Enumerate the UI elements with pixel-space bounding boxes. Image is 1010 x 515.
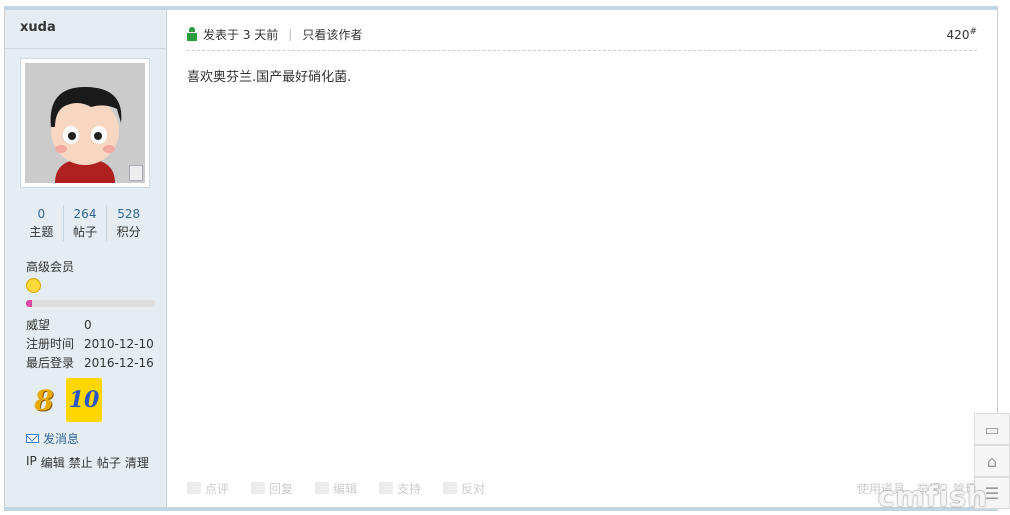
user-info: 威望 0 注册时间 2010-12-10 最后登录 2016-12-16: [26, 316, 154, 373]
avatar[interactable]: [20, 58, 150, 188]
user-stats: 0 主题 264 帖子 528 积分: [20, 205, 150, 241]
info-val-register: 2010-12-10: [84, 337, 154, 351]
mail-icon: [26, 434, 39, 443]
smiley-rank-icon: [26, 278, 41, 293]
support-button[interactable]: 支持: [379, 480, 421, 497]
info-row: 最后登录 2016-12-16: [26, 354, 154, 373]
reply-button[interactable]: 回复: [251, 480, 293, 497]
avatar-badge-icon: [129, 165, 143, 181]
stat-credits-label: 积分: [116, 225, 141, 239]
thumbs-down-icon: [443, 482, 458, 494]
admin-clean-link[interactable]: 清理: [125, 454, 149, 471]
online-user-icon: [187, 27, 197, 41]
pencil-icon: [315, 482, 330, 494]
user-rank: 高级会员: [26, 260, 75, 274]
stat-topics-label: 主题: [29, 225, 54, 239]
watermark-text: cmfish: [877, 480, 988, 513]
quick-reply-button[interactable]: ▭: [974, 413, 1010, 445]
info-key-prestige: 威望: [26, 318, 51, 332]
comment-icon: [187, 482, 201, 494]
username[interactable]: xuda: [20, 20, 56, 35]
separator: |: [288, 27, 293, 41]
medals: 8 10: [26, 378, 102, 422]
post-frame: xuda 0 主题 264 帖子 528 积分 高级会员 威望 0 注册时间 2…: [4, 6, 998, 511]
edit-label: 编辑: [333, 481, 358, 496]
post-floor-number: 420: [946, 27, 970, 42]
post-footer: 点评 回复 编辑 支持 反对 使用道具 举报 管理: [187, 475, 977, 501]
rank-progress-fill: [26, 300, 33, 307]
info-row: 威望 0: [26, 316, 154, 335]
stat-credits[interactable]: 528 积分: [106, 205, 150, 241]
back-to-top-button[interactable]: ⌂: [974, 445, 1010, 477]
rank-progress-bar: [26, 300, 155, 307]
speech-bubble-icon: ▭: [984, 419, 1000, 439]
post-floor[interactable]: 420#: [947, 27, 977, 42]
post-floor-mark: #: [969, 26, 977, 37]
avatar-cartoon-icon: [25, 63, 145, 183]
admin-edit-link[interactable]: 编辑: [41, 454, 65, 471]
medal-10-years-icon[interactable]: 10: [66, 378, 102, 422]
post-content: 喜欢奥芬兰.国产最好硝化菌.: [187, 70, 352, 85]
admin-ip-link[interactable]: IP: [26, 454, 37, 471]
info-key-last-login: 最后登录: [26, 356, 75, 370]
stat-topics-count[interactable]: 0: [20, 205, 63, 223]
thumbs-up-icon: [379, 482, 394, 494]
support-label: 支持: [397, 481, 422, 496]
stat-topics[interactable]: 0 主题: [20, 205, 63, 241]
edit-button[interactable]: 编辑: [315, 480, 357, 497]
divider: [5, 48, 166, 49]
author-sidebar: xuda 0 主题 264 帖子 528 积分 高级会员 威望 0 注册时间 2…: [5, 10, 167, 507]
info-key-register: 注册时间: [26, 337, 75, 351]
post-main: 发表于 3 天前 | 只看该作者 420# 喜欢奥芬兰.国产最好硝化菌. 点评 …: [167, 10, 997, 507]
send-message-label: 发消息: [43, 432, 80, 446]
stat-posts-count[interactable]: 264: [64, 205, 107, 223]
reply-label: 回复: [269, 481, 294, 496]
post-time: 发表于 3 天前: [203, 27, 279, 42]
only-author-link[interactable]: 只看该作者: [302, 26, 362, 43]
admin-posts-link[interactable]: 帖子: [97, 454, 121, 471]
arrow-up-icon: ⌂: [986, 451, 998, 471]
stat-credits-count[interactable]: 528: [107, 205, 150, 223]
admin-ban-link[interactable]: 禁止: [69, 454, 93, 471]
send-message-link[interactable]: 发消息: [26, 430, 79, 447]
medal-8-years-icon[interactable]: 8: [26, 378, 62, 422]
oppose-label: 反对: [461, 481, 486, 496]
info-row: 注册时间 2010-12-10: [26, 335, 154, 354]
avatar-image: [25, 63, 145, 183]
stat-posts-label: 帖子: [73, 225, 98, 239]
comment-button[interactable]: 点评: [187, 480, 229, 497]
oppose-button[interactable]: 反对: [443, 480, 485, 497]
reply-icon: [251, 482, 266, 494]
info-val-prestige: 0: [84, 318, 92, 332]
admin-actions: IP 编辑 禁止 帖子 清理: [26, 454, 149, 471]
post-header: 发表于 3 天前 | 只看该作者 420#: [187, 18, 977, 51]
comment-label: 点评: [205, 481, 230, 496]
stat-posts[interactable]: 264 帖子: [62, 205, 107, 241]
info-val-last-login: 2016-12-16: [84, 356, 154, 370]
